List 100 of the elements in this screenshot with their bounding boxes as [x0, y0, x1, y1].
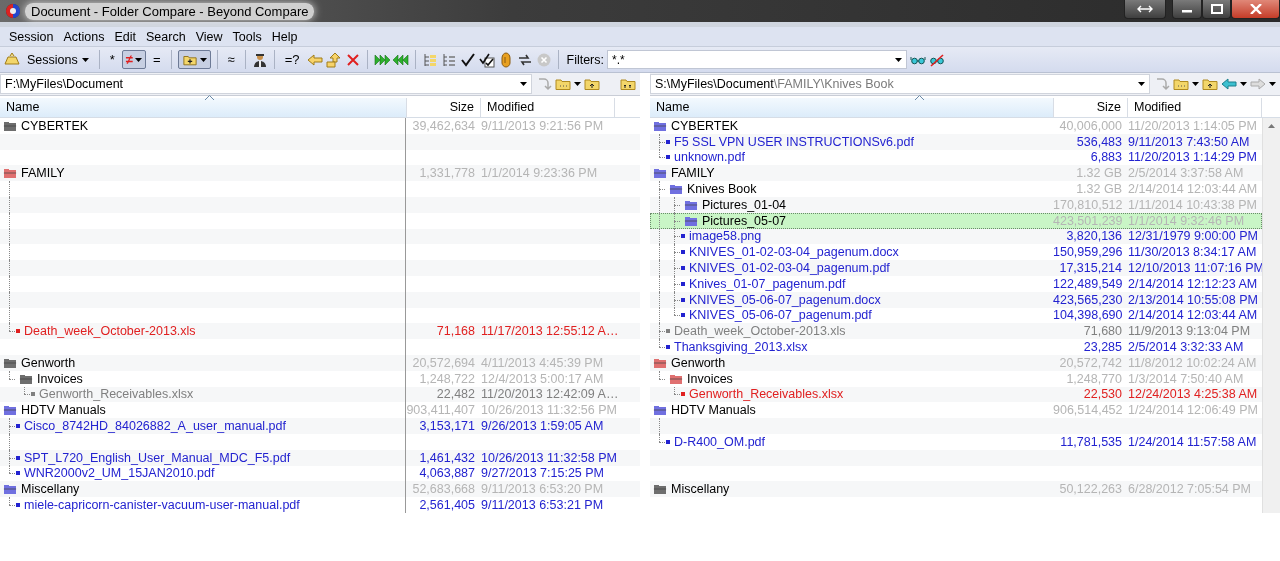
file-row[interactable]: FAMILY 1,331,778 1/1/2014 9:23:36 PM — [0, 165, 640, 182]
dropdown-caret-icon[interactable] — [199, 57, 207, 62]
file-name[interactable]: SPT_L720_English_User_Manual_MDC_F5.pdf — [24, 450, 291, 465]
file-name[interactable]: F5 SSL VPN USER INSTRUCTIONSv6.pdf — [674, 134, 914, 149]
dropdown-caret-icon[interactable] — [1269, 82, 1276, 86]
file-row[interactable]: Genworth_Receivables.xlsx 22,482 11/20/2013 12:42:09 A… — [0, 386, 640, 403]
folder-up-icon[interactable] — [1202, 76, 1218, 92]
file-row[interactable]: Pictures_05-07 423,501,239 1/1/2014 9:32:46 PM — [650, 212, 1262, 229]
file-row[interactable]: D-R400_OM.pdf 11,781,535 1/24/2014 11:57:58 AM — [650, 433, 1262, 450]
folder-name[interactable]: Knives Book — [687, 182, 757, 197]
file-row[interactable]: unknown.pdf 6,883 11/20/2013 1:14:29 PM — [650, 149, 1262, 166]
double-check-icon[interactable] — [478, 51, 495, 68]
file-row[interactable]: Miscellany 52,683,668 9/11/2013 6:53:20 PM — [0, 481, 640, 498]
file-row[interactable]: Knives_01-07_pagenum.pdf 122,489,549 2/14/2014 12:12:23 AM — [650, 275, 1262, 292]
file-row[interactable]: Knives Book 1.32 GB 2/14/2014 12:03:44 AM — [650, 181, 1262, 197]
folder-up-icon[interactable] — [584, 76, 600, 92]
dropdown-caret-icon[interactable] — [134, 57, 142, 62]
column-header[interactable]: Size — [407, 98, 481, 117]
file-name[interactable]: KNIVES_05-06-07_pagenum.pdf — [689, 308, 872, 323]
dropdown-caret-icon[interactable] — [81, 57, 89, 62]
file-row[interactable]: Genworth 20,572,742 11/8/2012 10:02:24 AM — [650, 354, 1262, 371]
file-row[interactable]: Miscellany 50,122,263 6/28/2012 7:05:54 PM — [650, 481, 1262, 498]
file-row[interactable]: miele-capricorn-canister-vacuum-user-manual.pdf 2,561,405 9/11/2013 6:53:21 PM — [0, 497, 640, 513]
file-name[interactable]: KNIVES_01-02-03-04_pagenum.pdf — [689, 261, 890, 276]
folder-name[interactable]: Miscellany — [671, 482, 730, 497]
folder-name[interactable]: CYBERTEK — [21, 118, 89, 133]
file-name[interactable]: Death_week_October-2013.xls — [674, 324, 846, 339]
folder-name[interactable]: Pictures_01-04 — [702, 197, 787, 212]
file-row[interactable]: HDTV Manuals 906,514,452 1/24/2014 12:06:49 PM — [650, 402, 1262, 419]
file-row[interactable]: CYBERTEK 39,462,634 9/11/2013 9:21:56 PM — [0, 118, 640, 134]
person-icon[interactable] — [251, 51, 268, 68]
folder-name[interactable]: FAMILY — [671, 166, 715, 181]
file-row[interactable]: KNIVES_05-06-07_pagenum.pdf 104,398,690 2/14/2014 12:03:44 AM — [650, 307, 1262, 324]
file-name[interactable]: Genworth_Receivables.xlsx — [39, 387, 194, 402]
sessions-button[interactable]: Sessions — [23, 52, 93, 67]
column-header[interactable]: Name — [650, 98, 1054, 117]
file-name[interactable]: Knives_01-07_pagenum.pdf — [689, 276, 846, 291]
minimize-button[interactable] — [1172, 0, 1202, 19]
maximize-button[interactable] — [1202, 0, 1231, 19]
folder-name[interactable]: HDTV Manuals — [671, 403, 756, 418]
dropdown-caret-icon[interactable] — [895, 57, 902, 62]
menu-item[interactable]: Help — [266, 29, 303, 44]
folder-name[interactable]: HDTV Manuals — [21, 403, 106, 418]
file-name[interactable]: KNIVES_01-02-03-04_pagenum.docx — [689, 245, 899, 260]
scroll-up-icon[interactable] — [1268, 124, 1275, 128]
menu-item[interactable]: View — [190, 29, 228, 44]
folder-name[interactable]: Genworth — [671, 355, 726, 370]
folder-name[interactable]: Genworth — [21, 355, 76, 370]
toolbar-button[interactable]: ≈ — [223, 50, 239, 69]
column-header[interactable]: Name — [0, 98, 407, 117]
file-row[interactable]: Thanksgiving_2013.xlsx 23,285 2/5/2014 3:32:33 AM — [650, 339, 1262, 355]
file-name[interactable]: miele-capricorn-canister-vacuum-user-manual.pdf — [24, 498, 300, 512]
sessions-icon[interactable] — [4, 51, 20, 68]
folder-name[interactable]: Invoices — [37, 371, 83, 386]
dropdown-caret-icon[interactable] — [1192, 82, 1199, 86]
path-field[interactable]: S:\MyFiles\Document\FAMILY\Knives Book — [650, 74, 1150, 94]
menu-item[interactable]: Search — [141, 29, 191, 44]
folder-name[interactable]: Miscellany — [21, 482, 80, 497]
menu-item[interactable]: Session — [4, 29, 59, 44]
dropdown-caret-icon[interactable] — [1138, 82, 1145, 86]
folder-root-icon[interactable] — [620, 76, 636, 92]
check-icon[interactable] — [459, 51, 476, 68]
folder-name[interactable]: Pictures_05-07 — [702, 213, 787, 228]
file-name[interactable]: KNIVES_05-06-07_pagenum.docx — [689, 292, 881, 307]
menu-item[interactable]: Edit — [109, 29, 142, 44]
menu-item[interactable]: Tools — [227, 29, 267, 44]
menu-item[interactable]: Actions — [58, 29, 110, 44]
file-name[interactable]: unknown.pdf — [674, 150, 745, 165]
copy-folder-icon[interactable] — [325, 51, 342, 68]
file-row[interactable]: FAMILY 1.32 GB 2/5/2014 3:37:58 AM — [650, 165, 1262, 182]
file-row[interactable]: Death_week_October-2013.xls 71,680 11/9/2013 9:13:04 PM — [650, 323, 1262, 340]
file-row[interactable]: Cisco_8742HD_84026882_A_user_manual.pdf 3,153,171 9/26/2013 1:59:05 AM — [0, 418, 640, 434]
file-row[interactable]: KNIVES_01-02-03-04_pagenum.docx 150,959,296 11/30/2013 8:34:17 AM — [650, 244, 1262, 261]
toolbar-button[interactable]: = — [148, 50, 165, 69]
file-name[interactable]: D-R400_OM.pdf — [674, 434, 765, 449]
folder-toggle-button[interactable] — [177, 50, 211, 69]
dropdown-caret-icon[interactable] — [520, 82, 527, 86]
folder-name[interactable]: Invoices — [687, 371, 733, 386]
file-row[interactable]: Genworth_Receivables.xlsx 22,530 12/24/2013 4:25:38 AM — [650, 386, 1262, 403]
file-name[interactable]: image58.png — [689, 229, 762, 244]
toolbar-button[interactable]: * — [105, 50, 119, 69]
filter-field[interactable]: *.* — [607, 50, 907, 69]
glasses-off-icon[interactable] — [929, 51, 945, 68]
file-row[interactable]: Invoices 1,248,770 1/3/2014 7:50:40 AM — [650, 370, 1262, 387]
path-field[interactable]: F:\MyFiles\Document — [0, 74, 532, 94]
column-header[interactable]: Modified — [481, 98, 615, 117]
delete-icon[interactable] — [344, 51, 361, 68]
file-name[interactable]: Thanksgiving_2013.xlsx — [674, 340, 808, 355]
toolbar-button[interactable]: =? — [280, 50, 304, 69]
file-row[interactable]: F5 SSL VPN USER INSTRUCTIONSv6.pdf 536,483 9/11/2013 7:43:50 AM — [650, 133, 1262, 150]
dropdown-caret-icon[interactable] — [574, 82, 581, 86]
file-row[interactable]: Genworth 20,572,694 4/11/2013 4:45:39 PM — [0, 354, 640, 371]
folder-name[interactable]: CYBERTEK — [671, 118, 739, 133]
file-name[interactable]: Cisco_8742HD_84026882_A_user_manual.pdf — [24, 419, 286, 434]
column-header[interactable]: Modified — [1128, 98, 1262, 117]
file-row[interactable]: Pictures_01-04 170,810,512 1/11/2014 10:43:38 PM — [650, 197, 1262, 213]
dropdown-caret-icon[interactable] — [1240, 82, 1247, 86]
file-row[interactable]: Death_week_October-2013.xls 71,168 11/17/2013 12:55:12 A… — [0, 323, 640, 340]
file-name[interactable]: Genworth_Receivables.xlsx — [689, 387, 844, 402]
file-row[interactable]: WNR2000v2_UM_15JAN2010.pdf 4,063,887 9/27/2013 7:15:25 PM — [0, 465, 640, 482]
